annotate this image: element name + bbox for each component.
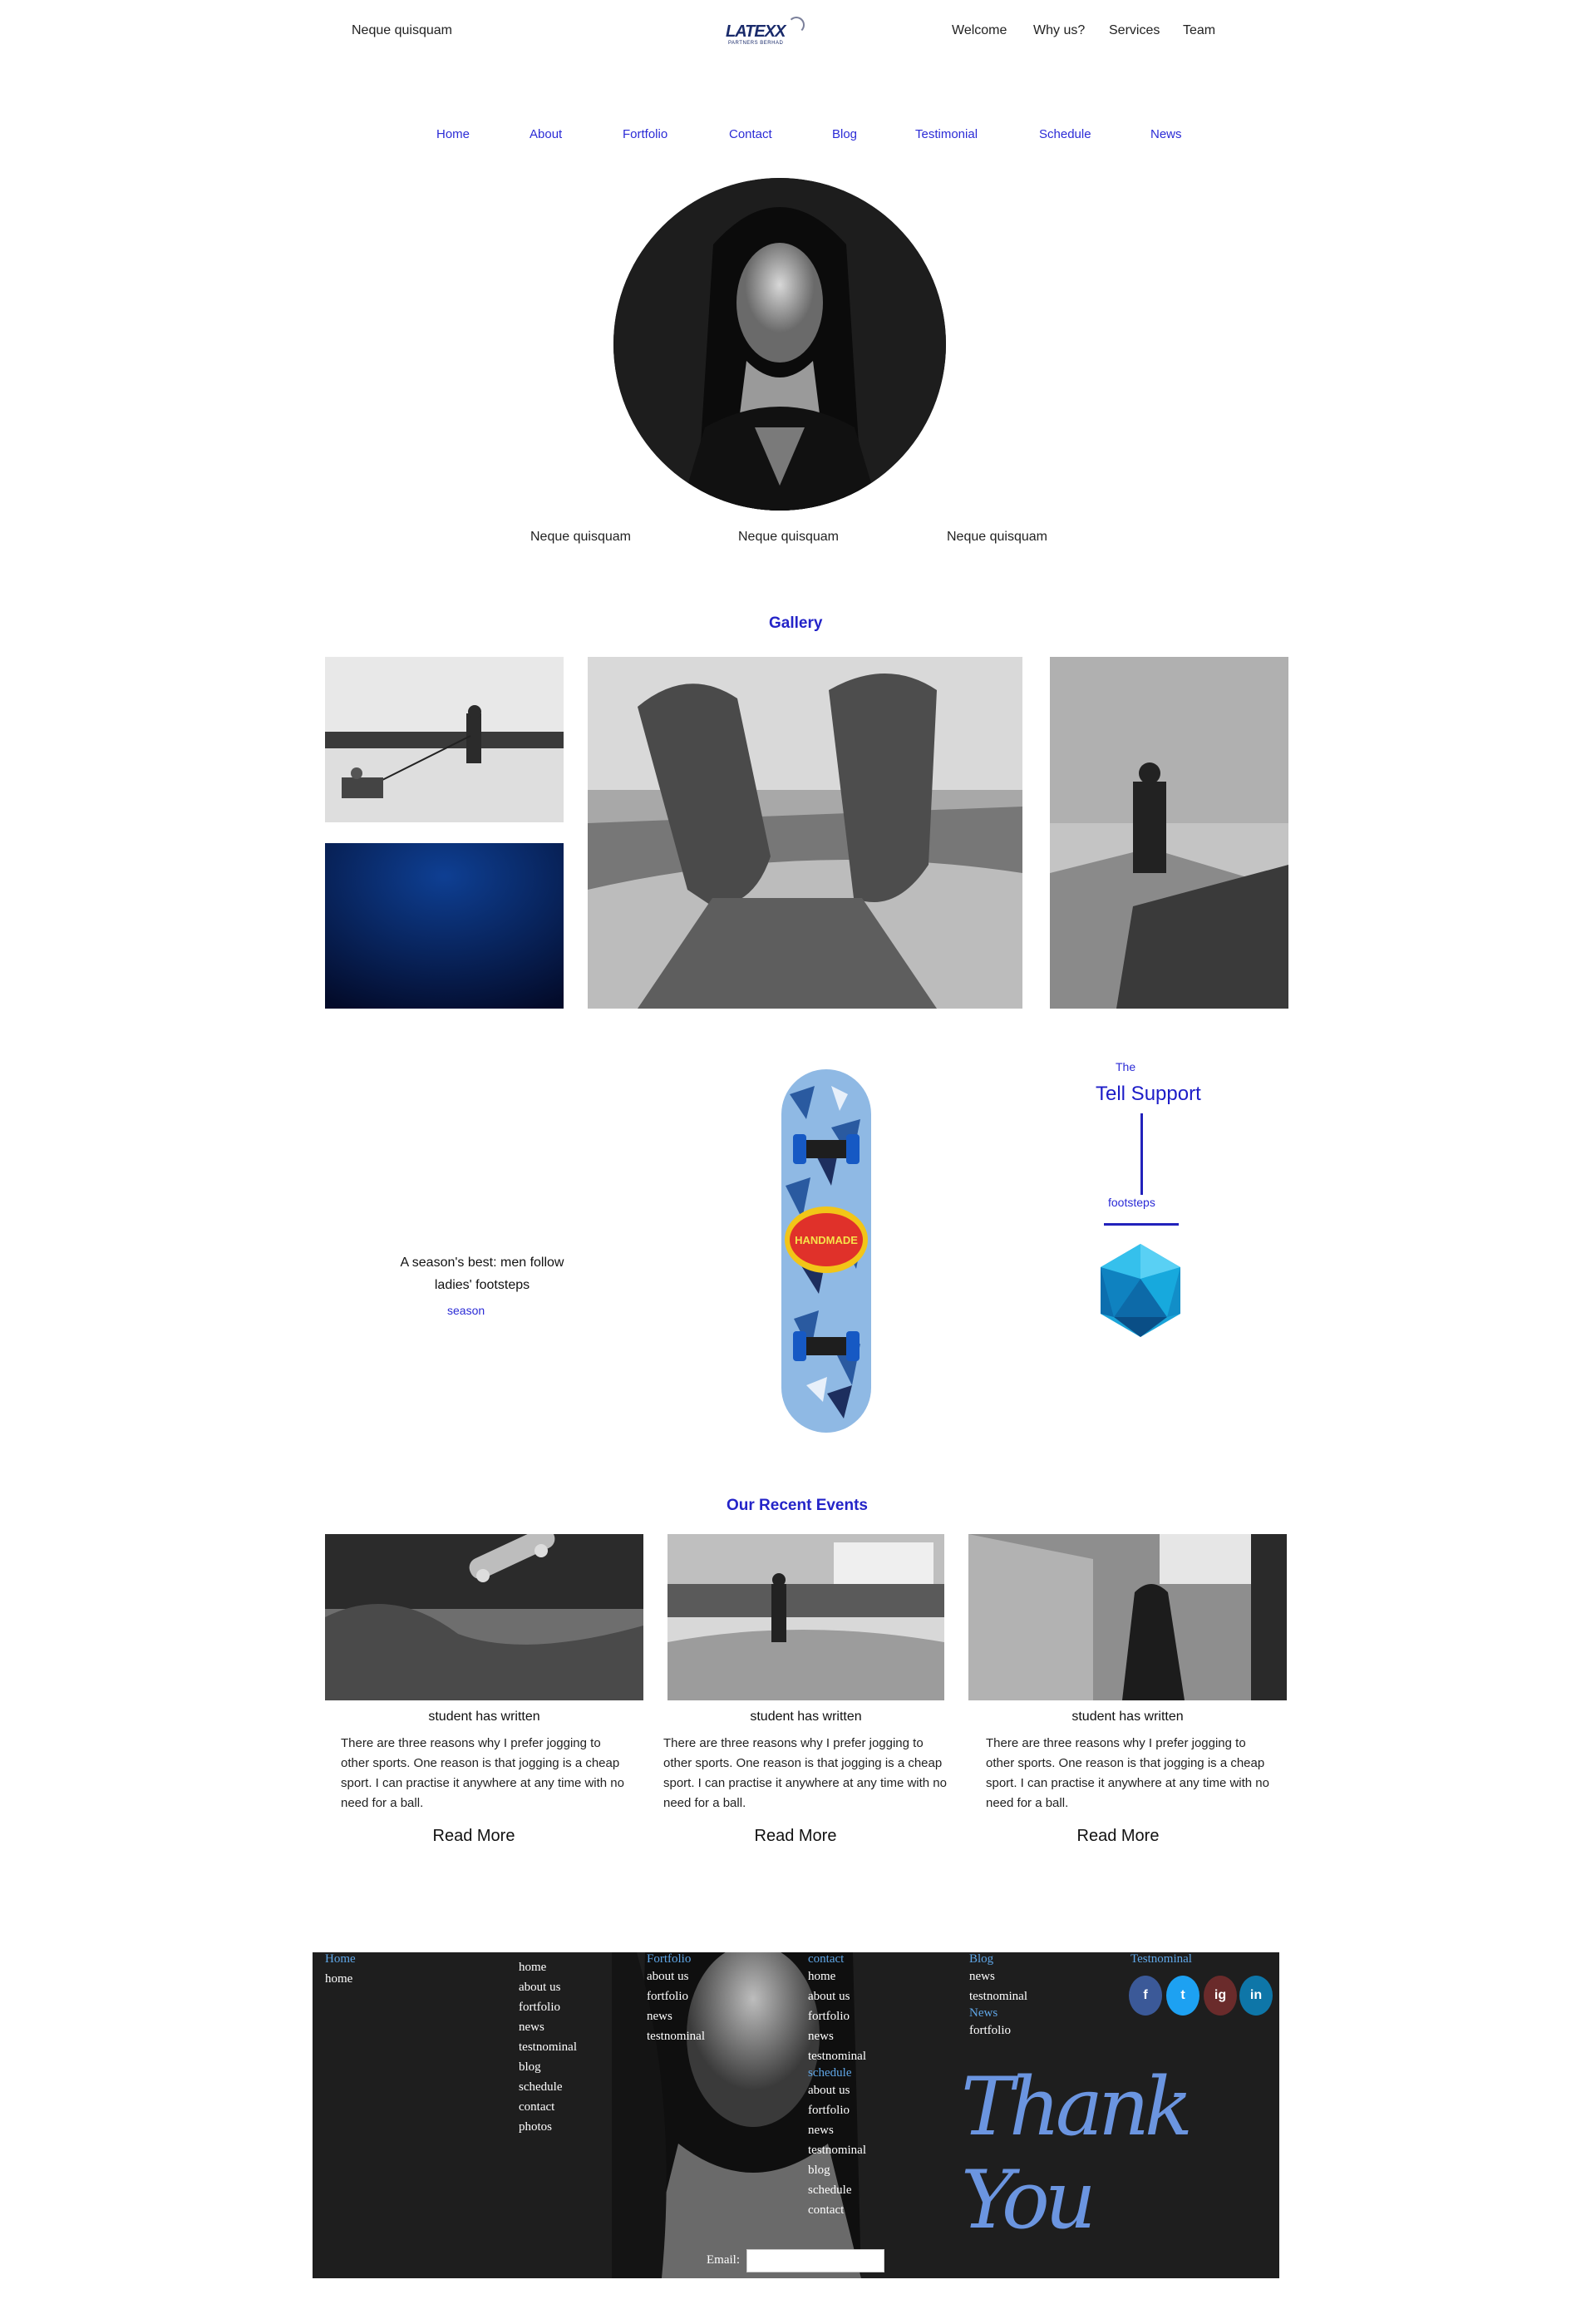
gallery-title: Gallery <box>769 614 823 632</box>
feature-text-line1: A season's best: men follow <box>400 1256 564 1270</box>
footer-col5: Blog news testnominal News fortfolio <box>969 1952 1027 2040</box>
nav-schedule[interactable]: Schedule <box>1039 127 1091 141</box>
footer-col5-heading[interactable]: Blog <box>969 1952 1027 1966</box>
footer-col4-item[interactable]: about us <box>808 2080 866 2100</box>
top-link-team[interactable]: Team <box>1183 23 1215 38</box>
footer-col3: Fortfolio about us fortfolio news testno… <box>647 1952 705 2046</box>
footer-link-photos[interactable]: photos <box>519 2117 577 2137</box>
site-logo[interactable]: LATEXX PARTNERS BERHAD <box>723 15 806 50</box>
nav-contact[interactable]: Contact <box>729 127 772 141</box>
footer-col4-item[interactable]: about us <box>808 1986 866 2006</box>
top-link-welcome[interactable]: Welcome <box>952 23 1007 38</box>
event-body-3: There are three reasons why I prefer jog… <box>986 1736 1269 1810</box>
footer-col4-heading-schedule[interactable]: schedule <box>808 2066 866 2080</box>
footer-col6-heading[interactable]: Testnominal <box>1130 1952 1192 1966</box>
top-link-why-us[interactable]: Why us? <box>1033 23 1085 38</box>
footer-col3-item[interactable]: fortfolio <box>647 1986 705 2006</box>
footer-link-contact[interactable]: contact <box>519 2097 577 2117</box>
event-image-3[interactable] <box>968 1534 1287 1700</box>
footer-col2: home about us fortfolio news testnominal… <box>519 1957 577 2137</box>
footer-col3-item[interactable]: news <box>647 2006 705 2026</box>
nav-testimonial[interactable]: Testimonial <box>915 127 978 141</box>
footer-col4-item[interactable]: blog <box>808 2160 866 2180</box>
logo-wordmark: LATEXX <box>726 22 786 41</box>
skateboard-image: HANDMADE <box>781 1069 871 1433</box>
hero-caption-1: Neque quisquam <box>530 530 631 544</box>
nav-news[interactable]: News <box>1150 127 1182 141</box>
event-heading-3: student has written <box>1071 1710 1184 1724</box>
read-more-button-1[interactable]: Read More <box>391 1827 557 1846</box>
footer-col1-heading[interactable]: Home <box>325 1952 356 1966</box>
event-heading-1: student has written <box>428 1710 540 1724</box>
events-title: Our Recent Events <box>727 1497 868 1514</box>
header-left-text: Neque quisquam <box>352 23 452 37</box>
linkedin-icon[interactable]: in <box>1239 1976 1273 2016</box>
footer-col3-item[interactable]: about us <box>647 1966 705 1986</box>
footer-col5-item[interactable]: news <box>969 1966 1027 1986</box>
gallery-image-winter-sled[interactable] <box>325 657 564 822</box>
footer-col4-item[interactable]: news <box>808 2120 866 2140</box>
vertical-divider <box>1140 1113 1143 1195</box>
hero-portrait-image <box>613 178 946 511</box>
icosahedron-icon <box>1089 1237 1193 1341</box>
footer-col4-item[interactable]: schedule <box>808 2180 866 2200</box>
event-body-2: There are three reasons why I prefer jog… <box>663 1736 947 1810</box>
event-image-2[interactable] <box>667 1534 944 1700</box>
the-label: The <box>1116 1060 1136 1073</box>
feature-text-line2: ladies' footsteps <box>434 1278 530 1292</box>
footer-link-fortfolio[interactable]: fortfolio <box>519 1997 577 2017</box>
event-heading-2: student has written <box>750 1710 862 1724</box>
event-body-1: There are three reasons why I prefer jog… <box>341 1736 624 1810</box>
feature-text: A season's best: men follow ladies' foot… <box>378 1251 586 1296</box>
skateboard-brand: HANDMADE <box>795 1234 858 1246</box>
twitter-icon[interactable]: t <box>1166 1976 1199 2016</box>
footsteps-label: footsteps <box>1108 1196 1155 1209</box>
footer-col3-item[interactable]: testnominal <box>647 2026 705 2046</box>
footer-col3-heading[interactable]: Fortfolio <box>647 1952 705 1966</box>
footer-col4-item[interactable]: testnominal <box>808 2140 866 2160</box>
site-footer: Home home home about us fortfolio news t… <box>313 1952 1279 2278</box>
footer-link-home[interactable]: home <box>519 1957 577 1977</box>
gallery-image-blue-gradient[interactable] <box>325 843 564 1009</box>
email-input[interactable] <box>746 2249 884 2272</box>
read-more-button-3[interactable]: Read More <box>1035 1827 1201 1846</box>
footer-col4-item[interactable]: contact <box>808 2200 866 2220</box>
logo-swoosh-icon <box>788 17 805 33</box>
hero-caption-3: Neque quisquam <box>947 530 1047 544</box>
hero-caption-2: Neque quisquam <box>738 530 839 544</box>
instagram-icon[interactable]: ig <box>1204 1976 1237 2016</box>
event-image-1[interactable] <box>325 1534 643 1700</box>
footer-col4-item[interactable]: fortfolio <box>808 2100 866 2120</box>
email-label: Email: <box>707 2253 740 2267</box>
footer-col4-heading[interactable]: contact <box>808 1952 866 1966</box>
nav-about[interactable]: About <box>530 127 562 141</box>
nav-blog[interactable]: Blog <box>832 127 857 141</box>
footer-col5-item[interactable]: testnominal <box>969 1986 1027 2006</box>
footer-link-blog[interactable]: blog <box>519 2057 577 2077</box>
facebook-icon[interactable]: f <box>1129 1976 1162 2016</box>
logo-subtitle: PARTNERS BERHAD <box>728 41 784 46</box>
gallery-image-boots-dashboard[interactable] <box>588 657 1022 1009</box>
footer-link-testnominal[interactable]: testnominal <box>519 2037 577 2057</box>
top-link-services[interactable]: Services <box>1109 23 1160 38</box>
footer-link-about-us[interactable]: about us <box>519 1977 577 1997</box>
footer-col4-item[interactable]: news <box>808 2026 866 2046</box>
footer-col4-item[interactable]: testnominal <box>808 2046 866 2066</box>
footer-col4: contact home about us fortfolio news tes… <box>808 1952 866 2220</box>
tell-support-heading: Tell Support <box>1096 1083 1201 1105</box>
footer-col5-heading-news[interactable]: News <box>969 2006 1027 2021</box>
nav-fortfolio[interactable]: Fortfolio <box>623 127 667 141</box>
footer-link-news[interactable]: news <box>519 2017 577 2037</box>
horizontal-divider <box>1104 1223 1179 1226</box>
read-more-button-2[interactable]: Read More <box>712 1827 879 1846</box>
footer-link-schedule[interactable]: schedule <box>519 2077 577 2097</box>
footer-col4-item[interactable]: fortfolio <box>808 2006 866 2026</box>
footer-col5-item[interactable]: fortfolio <box>969 2021 1027 2040</box>
footer-col4-item[interactable]: home <box>808 1966 866 1986</box>
footer-col1-item[interactable]: home <box>325 1969 352 1989</box>
gallery-image-hiker-mountain[interactable] <box>1050 657 1288 1009</box>
season-link[interactable]: season <box>447 1304 485 1317</box>
thank-you-script: Thank You <box>961 2060 1193 2247</box>
nav-home[interactable]: Home <box>436 127 470 141</box>
